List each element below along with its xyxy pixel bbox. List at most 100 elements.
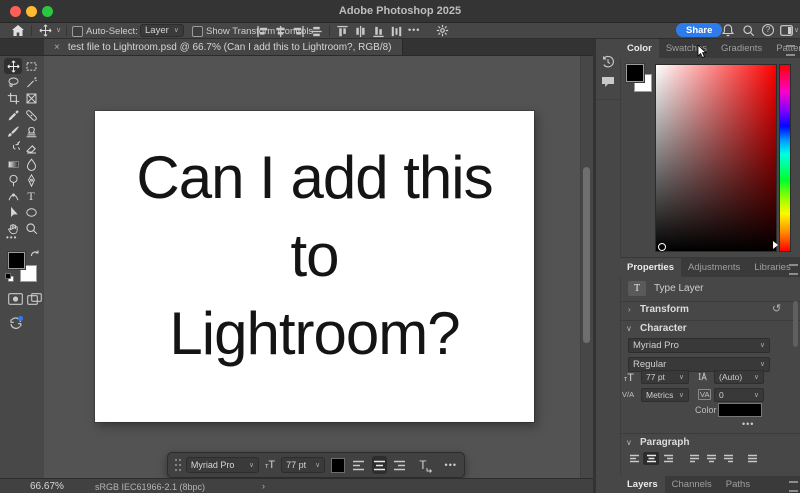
default-colors-button[interactable]: [5, 273, 14, 282]
document-canvas[interactable]: Can I add this to Lightroom?: [95, 111, 534, 422]
tab-adjustments[interactable]: Adjustments: [681, 258, 747, 277]
workspace-settings-button[interactable]: [436, 24, 449, 37]
workspace-chevron[interactable]: ∨: [794, 27, 799, 34]
canvas-scrollbar-thumb[interactable]: [583, 167, 590, 343]
text-color-swatch[interactable]: [331, 457, 346, 473]
move-tool-options-icon[interactable]: [39, 24, 52, 37]
text-orientation-button[interactable]: T: [419, 456, 432, 474]
zoom-window-button[interactable]: [42, 6, 53, 17]
paragraph-align-right-button[interactable]: [660, 452, 676, 465]
more-align-options-button[interactable]: •••: [408, 25, 420, 35]
tab-color[interactable]: Color: [620, 39, 659, 58]
history-brush-tool[interactable]: [4, 139, 22, 155]
edit-toolbar-button[interactable]: •••: [6, 233, 17, 242]
zoom-tool[interactable]: [22, 220, 40, 236]
search-button[interactable]: [742, 24, 755, 37]
font-family-dropdown[interactable]: Myriad Pro ∨: [185, 457, 260, 473]
tab-properties[interactable]: Properties: [620, 258, 681, 277]
drag-handle[interactable]: [175, 459, 180, 471]
type-tool[interactable]: T: [22, 188, 40, 204]
gradient-tool[interactable]: [4, 156, 22, 172]
move-tool[interactable]: [4, 58, 22, 74]
zoom-level[interactable]: 66.67%: [30, 481, 64, 492]
brush-tool[interactable]: [4, 123, 22, 139]
paragraph-collapse-caret[interactable]: ∨: [626, 438, 632, 447]
paragraph-justify-last-right-button[interactable]: [720, 452, 736, 465]
paragraph-align-left-button[interactable]: [626, 452, 642, 465]
tab-patterns[interactable]: Patterns: [769, 39, 800, 58]
hue-slider[interactable]: [779, 64, 791, 252]
align-text-center-button[interactable]: [371, 456, 387, 474]
dodge-tool[interactable]: [4, 172, 22, 188]
color-panel-menu-icon[interactable]: [786, 45, 795, 56]
character-collapse-caret[interactable]: ∨: [626, 324, 632, 333]
character-section-label[interactable]: Character: [640, 323, 687, 334]
screen-mode-button[interactable]: [27, 293, 42, 305]
align-horizontal-centers-button[interactable]: [274, 25, 287, 38]
paragraph-justify-all-button[interactable]: [744, 452, 760, 465]
more-type-options-button[interactable]: •••: [445, 460, 457, 470]
tool-preset-chevron[interactable]: ∨: [56, 27, 61, 34]
properties-panel-menu-icon[interactable]: [789, 264, 798, 275]
hue-slider-marker[interactable]: [773, 241, 778, 249]
foreground-color-swatch[interactable]: [8, 252, 25, 269]
close-document-icon[interactable]: ×: [54, 42, 60, 53]
character-font-dropdown[interactable]: Myriad Pro ∨: [628, 338, 770, 353]
eraser-tool[interactable]: [22, 139, 40, 155]
distribute-vertical-centers-button[interactable]: [354, 25, 367, 38]
paragraph-section-label[interactable]: Paragraph: [640, 437, 689, 448]
leading-field[interactable]: (Auto) ∨: [714, 370, 764, 384]
share-button[interactable]: Share: [676, 23, 723, 37]
tab-channels[interactable]: Channels: [665, 476, 719, 493]
paragraph-justify-last-center-button[interactable]: [703, 452, 719, 465]
font-size-field[interactable]: 77 pt ∨: [641, 370, 689, 384]
lasso-tool[interactable]: [4, 74, 22, 90]
tracking-field[interactable]: 0 ∨: [714, 388, 764, 402]
distribute-top-edges-button[interactable]: [336, 25, 349, 38]
reset-transform-icon[interactable]: ↺: [772, 302, 781, 315]
home-button[interactable]: [12, 25, 24, 36]
curvature-pen-tool[interactable]: [4, 188, 22, 204]
frame-tool[interactable]: [22, 90, 40, 106]
history-panel-button[interactable]: [601, 55, 615, 69]
character-color-swatch[interactable]: [718, 403, 762, 417]
minimize-window-button[interactable]: [26, 6, 37, 17]
font-size-dropdown[interactable]: 77 pt ∨: [281, 457, 326, 473]
distribute-horizontally-button[interactable]: [390, 25, 403, 38]
show-transform-checkbox[interactable]: [192, 26, 203, 37]
align-left-edges-button[interactable]: [256, 25, 269, 38]
eyedropper-tool[interactable]: [4, 107, 22, 123]
layers-panel-menu-icon[interactable]: [789, 481, 798, 492]
transform-section-label[interactable]: Transform: [640, 304, 689, 315]
panel-foreground-swatch[interactable]: [626, 64, 644, 82]
saturation-brightness-box[interactable]: [655, 64, 777, 252]
paragraph-align-center-button[interactable]: [643, 452, 659, 465]
align-vertical-centers-button[interactable]: [310, 25, 323, 38]
workspace-switcher-button[interactable]: [780, 25, 793, 36]
help-button[interactable]: ?: [762, 24, 774, 36]
notifications-button[interactable]: [722, 24, 734, 37]
path-selection-tool[interactable]: [4, 204, 22, 220]
paragraph-justify-last-left-button[interactable]: [686, 452, 702, 465]
align-text-left-button[interactable]: [351, 456, 366, 474]
auto-select-checkbox[interactable]: [72, 26, 83, 37]
align-right-edges-button[interactable]: [292, 25, 305, 38]
more-character-options-button[interactable]: •••: [742, 419, 754, 429]
swap-colors-button[interactable]: [30, 249, 40, 258]
tab-gradients[interactable]: Gradients: [714, 39, 769, 58]
auto-select-target-dropdown[interactable]: Layer ∨: [140, 24, 184, 37]
close-window-button[interactable]: [10, 6, 21, 17]
color-picker-cursor[interactable]: [658, 243, 666, 251]
sync-update-button[interactable]: [8, 315, 24, 331]
kerning-field[interactable]: Metrics ∨: [641, 388, 689, 402]
document-tab[interactable]: × test file to Lightroom.psd @ 66.7% (Ca…: [44, 39, 403, 55]
status-options-chevron[interactable]: ›: [262, 481, 265, 491]
rectangular-marquee-tool[interactable]: [22, 58, 40, 74]
tab-layers[interactable]: Layers: [620, 476, 665, 493]
tab-paths[interactable]: Paths: [719, 476, 757, 493]
properties-scrollbar-thumb[interactable]: [793, 301, 798, 347]
crop-tool[interactable]: [4, 90, 22, 106]
clone-stamp-tool[interactable]: [22, 123, 40, 139]
text-layer[interactable]: Can I add this to Lightroom?: [95, 139, 534, 373]
quick-mask-button[interactable]: [8, 293, 23, 305]
